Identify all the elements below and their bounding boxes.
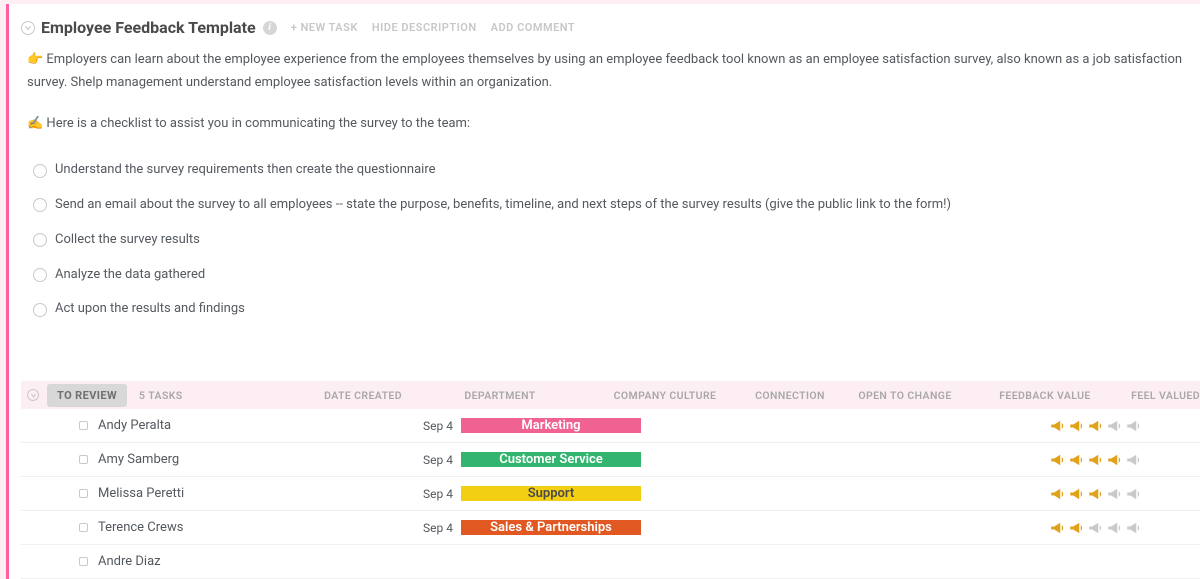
cell-department[interactable]: Marketing	[461, 418, 641, 433]
megaphone-icon	[1087, 519, 1105, 537]
task-name: Andy Peralta	[98, 418, 171, 433]
cell-date: Sep 4	[351, 453, 461, 467]
cell-date: Sep 4	[351, 521, 461, 535]
col-company-culture[interactable]: COMPANY CULTURE	[590, 389, 740, 402]
cell-department[interactable]: Sales & Partnerships	[461, 520, 641, 535]
table-row[interactable]: Terence Crews Sep 4Sales & Partnerships	[21, 511, 1200, 545]
table-row[interactable]: Andy Peralta Sep 4Marketing	[21, 409, 1200, 443]
task-status-square-icon[interactable]	[79, 421, 88, 430]
cell-department[interactable]: Customer Service	[461, 452, 641, 467]
megaphone-icon	[1068, 417, 1086, 435]
task-name: Andre Diaz	[98, 554, 161, 569]
page-title: Employee Feedback Template	[41, 18, 256, 37]
table-row[interactable]: Andre Diaz	[21, 545, 1200, 579]
collapse-icon[interactable]	[21, 21, 35, 35]
checklist-item[interactable]: Analyze the data gathered	[27, 258, 1194, 293]
checklist-intro-text: Here is a checklist to assist you in com…	[46, 116, 470, 131]
megaphone-icon	[1049, 451, 1067, 469]
megaphone-icon	[1068, 519, 1086, 537]
megaphone-icon	[1049, 485, 1067, 503]
table-row[interactable]: Melissa Peretti Sep 4Support	[21, 477, 1200, 511]
checklist-item[interactable]: Understand the survey requirements then …	[27, 153, 1194, 188]
checkbox-icon[interactable]	[33, 164, 47, 178]
cell-date: Sep 4	[351, 487, 461, 501]
hide-description-button[interactable]: HIDE DESCRIPTION	[372, 21, 477, 34]
col-feedback-value[interactable]: FEEDBACK VALUE	[970, 389, 1120, 402]
writing-hand-icon: ✍️	[27, 116, 43, 131]
status-chip[interactable]: TO REVIEW	[47, 384, 127, 407]
megaphone-icon	[1106, 485, 1124, 503]
col-connection[interactable]: CONNECTION	[740, 389, 840, 402]
checklist-item-text: Collect the survey results	[55, 229, 200, 252]
checklist-item[interactable]: Collect the survey results	[27, 223, 1194, 258]
checkbox-icon[interactable]	[33, 268, 47, 282]
task-name: Terence Crews	[98, 520, 183, 535]
checklist-item-text: Analyze the data gathered	[55, 264, 205, 287]
megaphone-icon	[1125, 451, 1143, 469]
task-status-square-icon[interactable]	[79, 523, 88, 532]
description: 👉 Employers can learn about the employee…	[21, 45, 1200, 347]
megaphone-icon	[1106, 451, 1124, 469]
cell-feedback-value[interactable]	[1021, 485, 1171, 503]
checkbox-icon[interactable]	[33, 233, 47, 247]
col-feel-valued[interactable]: FEEL VALUED	[1120, 389, 1200, 402]
group-collapse-icon[interactable]	[25, 381, 41, 409]
task-table: TO REVIEW 5 TASKS DATE CREATED DEPARTMEN…	[21, 381, 1200, 579]
megaphone-icon	[1125, 485, 1143, 503]
add-comment-button[interactable]: ADD COMMENT	[491, 21, 576, 34]
megaphone-icon	[1068, 451, 1086, 469]
checklist: Understand the survey requirements then …	[27, 153, 1194, 327]
checklist-item-text: Send an email about the survey to all em…	[55, 194, 951, 217]
intro-paragraph: 👉 Employers can learn about the employee…	[27, 49, 1194, 95]
checkbox-icon[interactable]	[33, 303, 47, 317]
task-name: Melissa Peretti	[98, 486, 184, 501]
pointing-hand-icon: 👉	[27, 52, 43, 67]
checkbox-icon[interactable]	[33, 198, 47, 212]
checklist-item-text: Understand the survey requirements then …	[55, 159, 436, 182]
table-body: Andy PeraltaSep 4MarketingAmy SambergSep…	[21, 409, 1200, 579]
new-task-button[interactable]: + NEW TASK	[291, 21, 358, 34]
task-name: Amy Samberg	[98, 452, 179, 467]
intro-text: Employers can learn about the employee e…	[27, 52, 1182, 90]
checklist-item[interactable]: Act upon the results and findings	[27, 292, 1194, 327]
col-open-to-change[interactable]: OPEN TO CHANGE	[840, 389, 970, 402]
info-icon[interactable]: i	[263, 21, 277, 35]
table-header-row: TO REVIEW 5 TASKS DATE CREATED DEPARTMEN…	[21, 381, 1200, 409]
checklist-item-text: Act upon the results and findings	[55, 298, 245, 321]
megaphone-icon	[1106, 417, 1124, 435]
cell-feedback-value[interactable]	[1021, 451, 1171, 469]
megaphone-icon	[1087, 417, 1105, 435]
megaphone-icon	[1106, 519, 1124, 537]
header: Employee Feedback Template i + NEW TASK …	[21, 18, 1200, 37]
megaphone-icon	[1125, 519, 1143, 537]
cell-date: Sep 4	[351, 419, 461, 433]
page: Employee Feedback Template i + NEW TASK …	[6, 4, 1200, 579]
cell-department[interactable]: Support	[461, 486, 641, 501]
checklist-item[interactable]: Send an email about the survey to all em…	[27, 188, 1194, 223]
task-status-square-icon[interactable]	[79, 489, 88, 498]
task-status-square-icon[interactable]	[79, 557, 88, 566]
col-date-created[interactable]: DATE CREATED	[300, 389, 410, 402]
megaphone-icon	[1125, 417, 1143, 435]
checklist-intro: ✍️ Here is a checklist to assist you in …	[27, 113, 1194, 136]
task-status-square-icon[interactable]	[79, 455, 88, 464]
table-row[interactable]: Amy Samberg Sep 4Customer Service	[21, 443, 1200, 477]
megaphone-icon	[1087, 485, 1105, 503]
megaphone-icon	[1049, 519, 1067, 537]
task-count: 5 TASKS	[139, 389, 183, 402]
megaphone-icon	[1068, 485, 1086, 503]
cell-feedback-value[interactable]	[1021, 417, 1171, 435]
col-department[interactable]: DEPARTMENT	[410, 389, 590, 402]
cell-feedback-value[interactable]	[1021, 519, 1171, 537]
megaphone-icon	[1049, 417, 1067, 435]
megaphone-icon	[1087, 451, 1105, 469]
